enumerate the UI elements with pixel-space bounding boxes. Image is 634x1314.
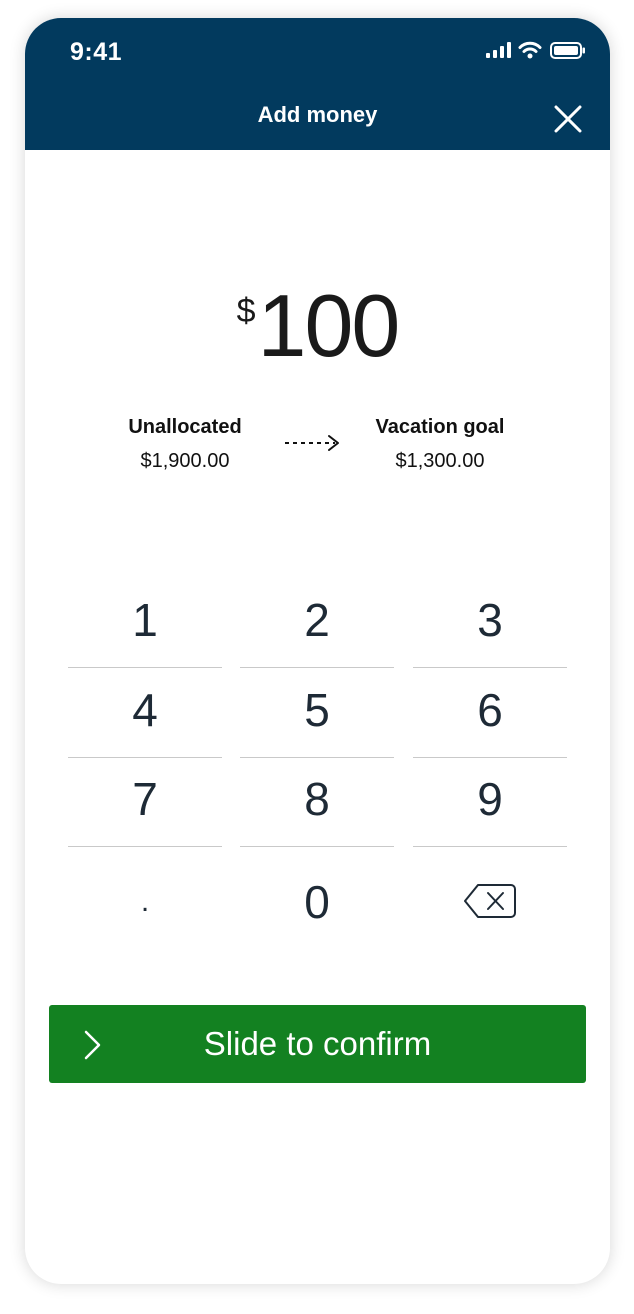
close-icon — [554, 105, 582, 133]
signal-icon — [486, 42, 511, 58]
backspace-icon — [464, 884, 516, 918]
to-account-name: Vacation goal — [375, 416, 505, 438]
key-7[interactable]: 7 — [68, 757, 222, 847]
to-account-balance: $1,300.00 — [395, 450, 485, 472]
amount-display: $100 — [25, 280, 610, 380]
page-title: Add money — [257, 102, 378, 127]
key-decimal[interactable]: . — [68, 860, 222, 950]
key-5[interactable]: 5 — [240, 668, 394, 758]
key-6[interactable]: 6 — [413, 668, 567, 758]
from-account-balance: $1,900.00 — [140, 450, 230, 472]
phone-screen: 9:41 Add money $100 Unallocated $1,900.0… — [25, 18, 610, 1284]
amount-value: 100 — [257, 276, 401, 375]
key-0[interactable]: 0 — [240, 860, 394, 950]
key-4[interactable]: 4 — [68, 668, 222, 758]
slide-to-confirm-button[interactable]: Slide to confirm — [49, 1005, 586, 1083]
from-account-name: Unallocated — [128, 416, 242, 438]
battery-icon — [550, 42, 585, 59]
to-account: Vacation goal $1,300.00 — [340, 416, 540, 473]
close-button[interactable] — [551, 102, 585, 136]
wifi-icon — [518, 41, 542, 59]
status-time: 9:41 — [70, 38, 123, 66]
key-9[interactable]: 9 — [413, 757, 567, 847]
key-3[interactable]: 3 — [413, 578, 567, 668]
amount-currency: $ — [236, 292, 256, 330]
dashed-arrow-right-icon — [285, 435, 339, 451]
header-bar: 9:41 Add money — [25, 18, 610, 150]
key-2[interactable]: 2 — [240, 578, 394, 668]
from-account: Unallocated $1,900.00 — [85, 416, 285, 473]
key-1[interactable]: 1 — [68, 578, 222, 668]
key-8[interactable]: 8 — [240, 757, 394, 847]
slide-to-confirm-label: Slide to confirm — [203, 1025, 432, 1062]
backspace-key[interactable] — [413, 846, 567, 936]
